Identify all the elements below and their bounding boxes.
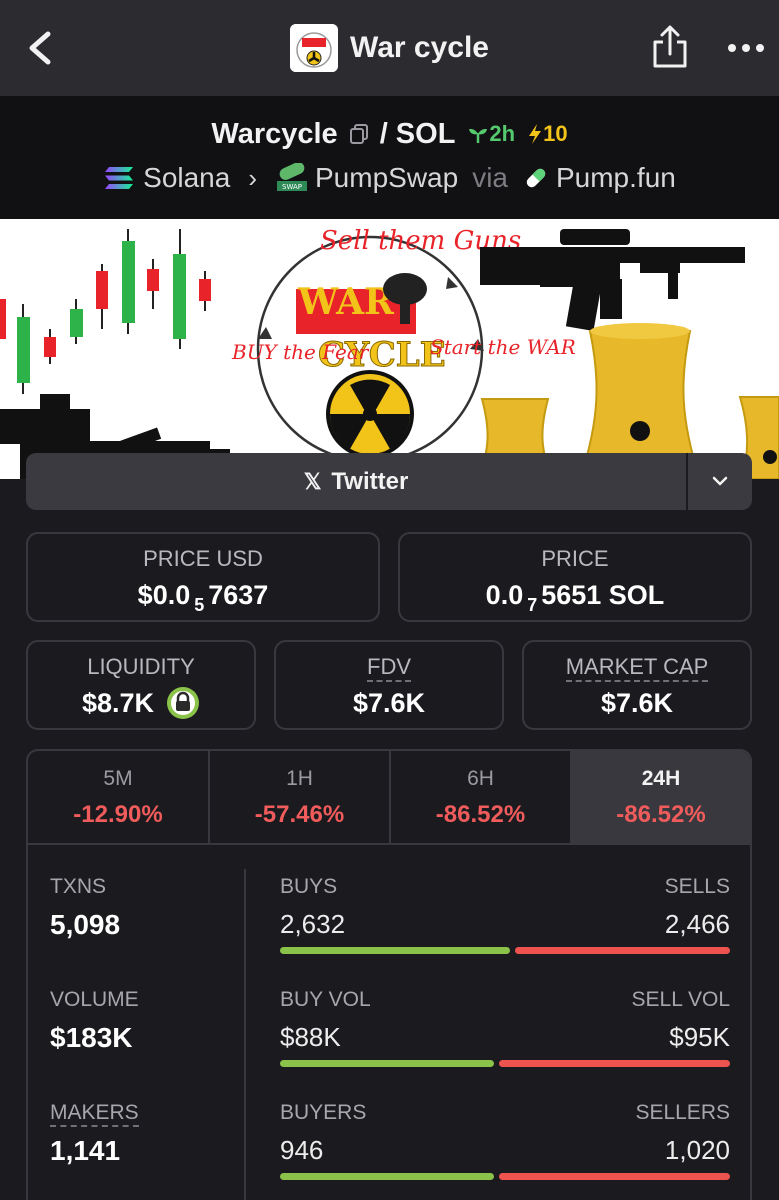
tab-6h-change: -86.52% xyxy=(435,801,526,828)
price-usd-zero-count: 5 xyxy=(194,595,205,615)
price-native-digits: 5651 SOL xyxy=(541,580,665,610)
stats-panel: 5M -12.90% 1H -57.46% 6H -86.52% 24H -86… xyxy=(26,749,752,1200)
banner-text-war: WAR xyxy=(297,281,395,323)
pumpswap-icon: SWAP xyxy=(277,163,307,191)
lightning-icon xyxy=(529,124,542,144)
sell-vol-bar xyxy=(499,1060,730,1067)
buyers-label: BUYERS xyxy=(280,1101,367,1124)
tab-24h[interactable]: 24H -86.52% xyxy=(572,751,750,843)
price-native-label: PRICE xyxy=(541,546,609,571)
launchpad-name[interactable]: Pump.fun xyxy=(556,162,676,194)
pill-icon xyxy=(526,168,546,188)
price-usd-card: PRICE USD $0.0 5 7637 xyxy=(26,532,380,622)
buyers-value: 946 xyxy=(280,1135,324,1165)
pair-age-value: 2h xyxy=(489,121,516,146)
boost-badge[interactable]: 10 xyxy=(527,121,568,147)
tab-24h-label: 24H xyxy=(641,767,681,790)
candlestick-graphic xyxy=(0,229,211,394)
chevron-right-icon: › xyxy=(248,162,257,193)
boost-count: 10 xyxy=(543,121,568,146)
tab-6h[interactable]: 6H -86.52% xyxy=(391,751,570,843)
token-logo xyxy=(290,24,338,72)
banner-text-start: Start the WAR xyxy=(430,335,576,359)
price-usd-digits: 7637 xyxy=(208,580,269,610)
copy-icon[interactable] xyxy=(348,123,370,145)
twitter-label: Twitter xyxy=(331,467,409,495)
sell-vol-label: SELL VOL xyxy=(631,988,730,1011)
price-native-value: 0.0 7 5651 SOL xyxy=(400,580,750,615)
liquidity-card: LIQUIDITY $8.7K xyxy=(26,640,256,730)
tab-1h-change: -57.46% xyxy=(254,801,345,828)
sells-bar xyxy=(515,947,730,954)
market-cap-label[interactable]: MARKET CAP xyxy=(565,654,709,682)
svg-text:SWAP: SWAP xyxy=(282,183,302,191)
dex-name[interactable]: PumpSwap xyxy=(315,162,458,194)
price-usd-prefix: $0.0 xyxy=(137,580,191,610)
solana-icon xyxy=(105,167,134,189)
sellers-value: 1,020 xyxy=(664,1135,730,1165)
price-native-card: PRICE 0.0 7 5651 SOL xyxy=(398,532,752,622)
tab-5m-change: -12.90% xyxy=(73,801,163,828)
market-cap-card: MARKET CAP $7.6K xyxy=(522,640,752,730)
buys-bar xyxy=(280,947,510,954)
volume-value: $183K xyxy=(50,1022,133,1053)
sellers-bar xyxy=(499,1173,730,1180)
chevron-down-icon[interactable] xyxy=(688,453,752,510)
token-banner-image: Sell them Guns WAR CYCLE BUY the Fear St… xyxy=(0,219,779,479)
seedling-icon xyxy=(469,128,488,143)
divider xyxy=(244,869,246,1200)
tab-24h-change: -86.52% xyxy=(616,801,706,828)
sells-label: SELLS xyxy=(664,875,730,898)
volume-label: VOLUME xyxy=(50,988,139,1011)
makers-value: 1,141 xyxy=(50,1135,121,1166)
txns-value: 5,098 xyxy=(50,909,121,940)
buys-label: BUYS xyxy=(280,875,338,898)
sell-vol-value: $95K xyxy=(669,1022,730,1052)
twitter-button[interactable]: 𝕏 Twitter xyxy=(26,453,686,510)
fdv-value: $7.6K xyxy=(352,688,426,718)
chain-line: Solana › SWAP PumpSwap via Pump.fun xyxy=(0,158,779,198)
txns-label: TXNS xyxy=(50,875,107,898)
buy-vol-value: $88K xyxy=(280,1022,341,1052)
pair-line: Warcycle / SOL 2h 10 xyxy=(0,114,779,154)
lock-icon[interactable] xyxy=(166,686,200,720)
tab-1h[interactable]: 1H -57.46% xyxy=(210,751,389,843)
liquidity-value-row: $8.7K xyxy=(28,686,254,720)
buyers-bar xyxy=(280,1173,494,1180)
price-usd-label: PRICE USD xyxy=(143,546,263,571)
price-native-prefix: 0.0 xyxy=(485,580,524,610)
share-icon[interactable] xyxy=(650,22,690,72)
liquidity-value: $8.7K xyxy=(81,687,155,718)
banner-text-buy: BUY the Fear xyxy=(231,340,370,364)
pair-age: 2h xyxy=(467,121,515,147)
buys-value: 2,632 xyxy=(280,909,346,939)
x-logo-icon: 𝕏 xyxy=(303,468,322,494)
radiation-icon xyxy=(326,370,414,458)
market-cap-value: $7.6K xyxy=(600,688,674,718)
fdv-label[interactable]: FDV xyxy=(367,654,411,682)
via-label: via xyxy=(472,162,508,193)
top-bar: War cycle xyxy=(0,0,779,96)
fdv-card: FDV $7.6K xyxy=(274,640,504,730)
price-usd-value: $0.0 5 7637 xyxy=(28,580,378,615)
buy-vol-bar xyxy=(280,1060,494,1067)
makers-label[interactable]: MAKERS xyxy=(50,1101,139,1127)
pair-base-name: Warcycle xyxy=(211,117,338,150)
tab-5m-label: 5M xyxy=(103,767,133,790)
pair-quote-name: / SOL xyxy=(379,117,456,150)
price-native-zero-count: 7 xyxy=(527,595,538,615)
tab-1h-label: 1H xyxy=(286,767,313,790)
social-links-bar: 𝕏 Twitter xyxy=(26,453,752,510)
liquidity-label: LIQUIDITY xyxy=(87,654,195,679)
sells-value: 2,466 xyxy=(664,909,730,939)
buy-vol-label: BUY VOL xyxy=(280,988,371,1011)
sellers-label: SELLERS xyxy=(635,1101,730,1124)
page-title: War cycle xyxy=(350,31,489,64)
chain-name[interactable]: Solana xyxy=(143,162,230,194)
tab-5m[interactable]: 5M -12.90% xyxy=(28,751,208,843)
tab-6h-label: 6H xyxy=(467,767,494,790)
more-options-icon[interactable] xyxy=(724,30,768,66)
timeframe-tabs: 5M -12.90% 1H -57.46% 6H -86.52% 24H -86… xyxy=(28,751,750,845)
